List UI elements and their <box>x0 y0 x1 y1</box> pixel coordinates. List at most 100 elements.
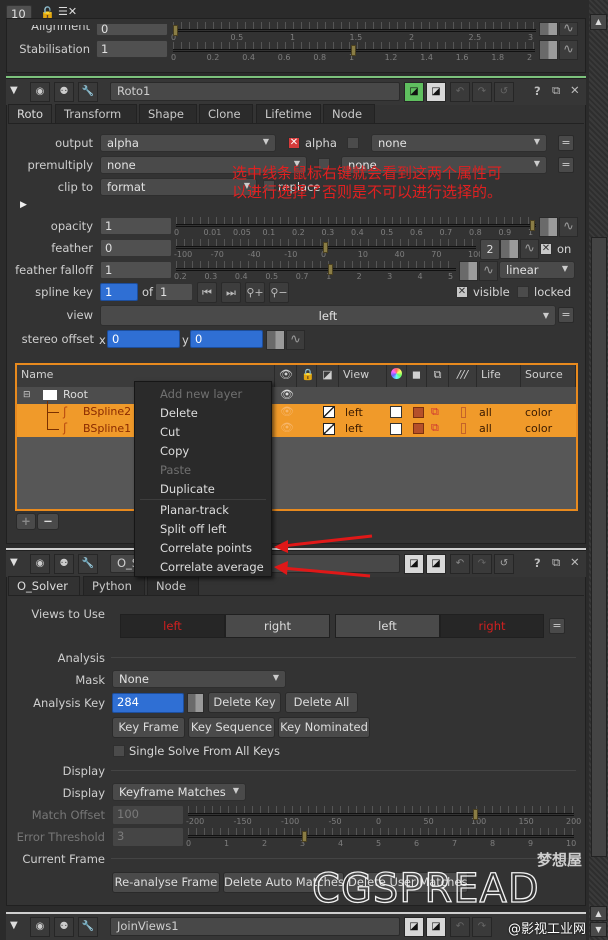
float-icon[interactable]: ⧉ <box>552 555 560 570</box>
delete-key-button[interactable]: Delete Key <box>208 692 281 713</box>
col-overlay-icon[interactable]: ⧉ <box>427 365 449 387</box>
feather-anim-buttons[interactable]: ∿ <box>500 239 539 259</box>
revert-icon[interactable]: ↺ <box>494 554 514 574</box>
slider-track[interactable] <box>176 268 456 271</box>
col-life[interactable]: Life <box>477 365 521 387</box>
col-eye-icon[interactable]: 👁 <box>275 365 297 387</box>
float-icon[interactable]: ⧉ <box>552 83 560 98</box>
viewer-toggle-icon[interactable]: ◉ <box>30 554 50 574</box>
col-color-wheel-icon[interactable] <box>387 365 407 387</box>
overlay-icon[interactable]: ⧉ <box>431 421 439 435</box>
dope-sheet-icon[interactable]: ⚉ <box>54 82 74 102</box>
opacity-field[interactable]: 1 <box>100 217 172 235</box>
visible-checkbox[interactable]: ✕ <box>456 286 468 298</box>
spline-key-field[interactable]: 1 <box>100 283 138 301</box>
key-frame-button[interactable]: Key Frame <box>112 717 185 738</box>
opacity-anim-buttons[interactable]: ∿ <box>539 217 578 237</box>
tab-roto[interactable]: Roto <box>8 104 52 123</box>
key-sequence-button[interactable]: Key Sequence <box>188 717 275 738</box>
col-view[interactable]: View <box>339 365 387 387</box>
add-layer-button[interactable]: + <box>16 513 36 530</box>
node-color-icon[interactable]: ◪ <box>404 917 424 937</box>
slider-handle[interactable] <box>473 809 478 820</box>
menu-item-paste[interactable]: Paste <box>160 463 191 477</box>
scroll-up-icon[interactable]: ▲ <box>590 906 607 921</box>
falloff-mode-dropdown[interactable]: linear ▼ <box>499 261 575 279</box>
eye-icon[interactable]: 👁 <box>280 421 294 434</box>
stereo-offset-y-field[interactable]: 0 <box>190 330 263 348</box>
menu-item-duplicate[interactable]: Duplicate <box>160 482 215 496</box>
tab-o-solver[interactable]: O_Solver <box>8 576 80 595</box>
reanalyse-frame-button[interactable]: Re-analyse Frame <box>112 872 220 893</box>
alignment-slider[interactable]: 0 0.5 1 1.5 2 2.5 3 <box>171 22 536 44</box>
premultiply-link-button[interactable]: = <box>558 157 574 173</box>
menu-item-add-new-layer[interactable]: Add new layer <box>160 387 242 401</box>
clear-panels-icon[interactable]: ☰✕ <box>58 5 77 18</box>
dope-sheet-icon[interactable]: ⚉ <box>54 917 74 937</box>
prev-key-icon[interactable]: ⏮ <box>197 282 217 303</box>
col-invert-icon[interactable]: ◪ <box>317 365 339 387</box>
scrollbar-thumb[interactable] <box>591 237 607 857</box>
table-row[interactable]: ʃ BSpline2 👁 left ⧉ all color <box>17 404 576 421</box>
roto-node-name[interactable]: Roto1 <box>110 82 400 101</box>
alignment-anim-buttons[interactable]: ∿ <box>539 22 578 36</box>
feather-on-checkbox[interactable]: ✕ <box>540 243 552 255</box>
views-toggle-right-b[interactable]: right <box>440 614 544 638</box>
feather-slider[interactable]: -100 -70 -40 -10 0 10 40 70 100 <box>174 239 483 261</box>
gl-color-icon[interactable]: ◪ <box>426 917 446 937</box>
undo-icon[interactable]: ↶ <box>450 917 470 937</box>
blend-icon[interactable] <box>413 407 424 418</box>
tab-lifetime[interactable]: Lifetime <box>256 104 321 123</box>
redo-icon[interactable]: ↷ <box>472 82 492 102</box>
view-dropdown[interactable]: left ▼ <box>100 305 556 326</box>
color-swatch[interactable] <box>390 423 402 435</box>
undo-icon[interactable]: ↶ <box>450 82 470 102</box>
analysis-key-field[interactable]: 284 <box>112 693 184 713</box>
remove-layer-button[interactable]: − <box>37 513 59 530</box>
menu-item-copy[interactable]: Copy <box>160 444 189 458</box>
slider-handle[interactable] <box>323 242 328 253</box>
revert-icon[interactable]: ↺ <box>494 82 514 102</box>
help-icon[interactable]: ? <box>534 556 541 570</box>
scroll-down-icon[interactable]: ▼ <box>590 922 607 937</box>
close-icon[interactable]: ✕ <box>570 555 580 569</box>
viewer-toggle-icon[interactable]: ◉ <box>30 917 50 937</box>
feather-falloff-slider[interactable]: 0.2 0.3 0.4 0.5 0.7 1 2 3 4 5 <box>174 261 456 283</box>
tab-node[interactable]: Node <box>323 104 375 123</box>
slider-track[interactable] <box>173 29 536 32</box>
wrench-icon[interactable]: 🔧 <box>78 554 98 574</box>
blend-icon[interactable] <box>413 423 424 434</box>
tab-node[interactable]: Node <box>147 576 199 595</box>
dope-sheet-icon[interactable]: ⚉ <box>54 554 74 574</box>
slider-handle[interactable] <box>173 25 178 36</box>
redo-icon[interactable]: ↷ <box>472 554 492 574</box>
output-dropdown[interactable]: alpha ▼ <box>100 134 276 152</box>
collapse-icon[interactable]: ▼ <box>10 557 18 568</box>
table-row-root[interactable]: ⊟ Root 👁 <box>17 387 576 404</box>
locked-checkbox[interactable] <box>517 286 529 298</box>
close-icon[interactable]: ✕ <box>570 83 580 97</box>
delete-all-button[interactable]: Delete All <box>285 692 358 713</box>
viewer-toggle-icon[interactable]: ◉ <box>30 82 50 102</box>
gl-color-icon[interactable]: ◪ <box>426 554 446 574</box>
invert-toggle-icon[interactable] <box>323 423 335 435</box>
stabilisation-anim-buttons[interactable]: ∿ <box>539 40 578 60</box>
table-row[interactable]: ʃ BSpline1 👁 left ⧉ all color <box>17 421 576 437</box>
output-link-button[interactable]: = <box>558 135 574 151</box>
slider-handle[interactable] <box>328 264 334 275</box>
color-swatch[interactable] <box>390 406 402 418</box>
collapse-icon[interactable]: ▼ <box>10 920 18 931</box>
undo-icon[interactable]: ↶ <box>450 554 470 574</box>
views-link-button[interactable]: = <box>549 618 565 634</box>
output-channel2-dropdown[interactable]: none ▼ <box>371 134 547 152</box>
analysis-key-anim-button[interactable] <box>187 693 204 713</box>
mask-dropdown[interactable]: None ▼ <box>112 670 286 688</box>
menu-item-planar-track[interactable]: Planar-track <box>160 503 229 517</box>
eye-icon[interactable]: 👁 <box>280 405 294 418</box>
view-link-button[interactable]: = <box>558 307 574 323</box>
slider-track[interactable] <box>188 813 574 816</box>
output-alpha-checkbox[interactable]: ✕ <box>288 137 300 149</box>
output-channel2-checkbox[interactable] <box>347 137 359 149</box>
error-threshold-field[interactable]: 3 <box>112 827 184 847</box>
feather-falloff-anim-buttons[interactable]: ∿ <box>459 261 498 281</box>
